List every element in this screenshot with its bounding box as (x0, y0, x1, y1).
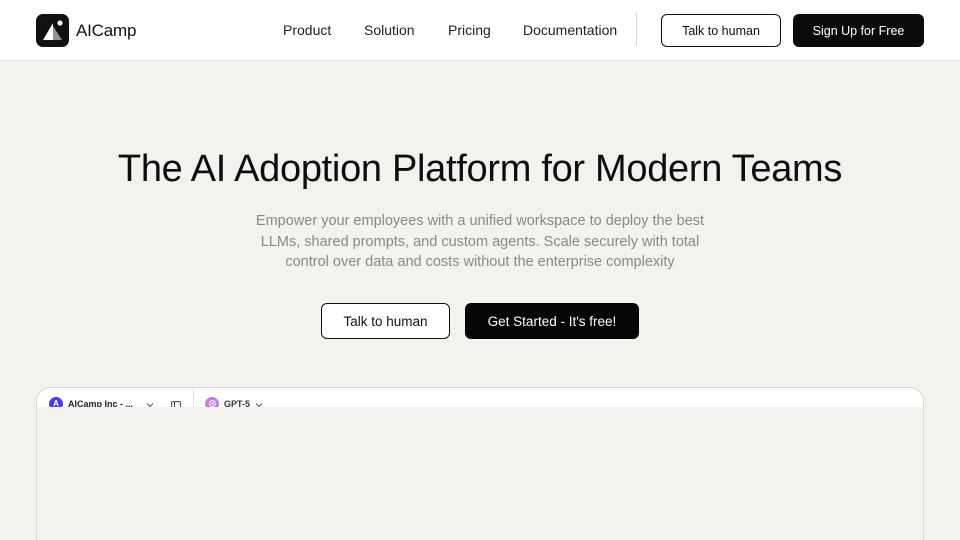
aicamp-logo-icon (36, 14, 69, 47)
brand-logo-link[interactable]: AICamp (36, 14, 136, 47)
get-started-button[interactable]: Get Started - It's free! (465, 303, 639, 339)
hero-title: The AI Adoption Platform for Modern Team… (117, 148, 843, 190)
app-preview-body (37, 407, 923, 540)
nav-solution[interactable]: Solution (364, 22, 415, 38)
nav-divider (636, 13, 637, 46)
hero-talk-to-human-button[interactable]: Talk to human (321, 303, 450, 339)
brand-name: AICamp (76, 20, 137, 40)
nav-documentation[interactable]: Documentation (523, 22, 617, 38)
nav-pricing[interactable]: Pricing (448, 22, 491, 38)
talk-to-human-button[interactable]: Talk to human (661, 14, 781, 47)
hero-subtitle: Empower your employees with a unified wo… (255, 213, 705, 270)
sign-up-button[interactable]: Sign Up for Free (793, 14, 924, 47)
app-preview: A AICamp Inc - ... GPT-5 (36, 387, 924, 540)
topbar-divider (193, 388, 194, 407)
app-preview-topbar: A AICamp Inc - ... GPT-5 (37, 388, 923, 411)
nav-product[interactable]: Product (283, 22, 331, 38)
site-header: AICamp Product Solution Pricing Document… (0, 0, 960, 61)
